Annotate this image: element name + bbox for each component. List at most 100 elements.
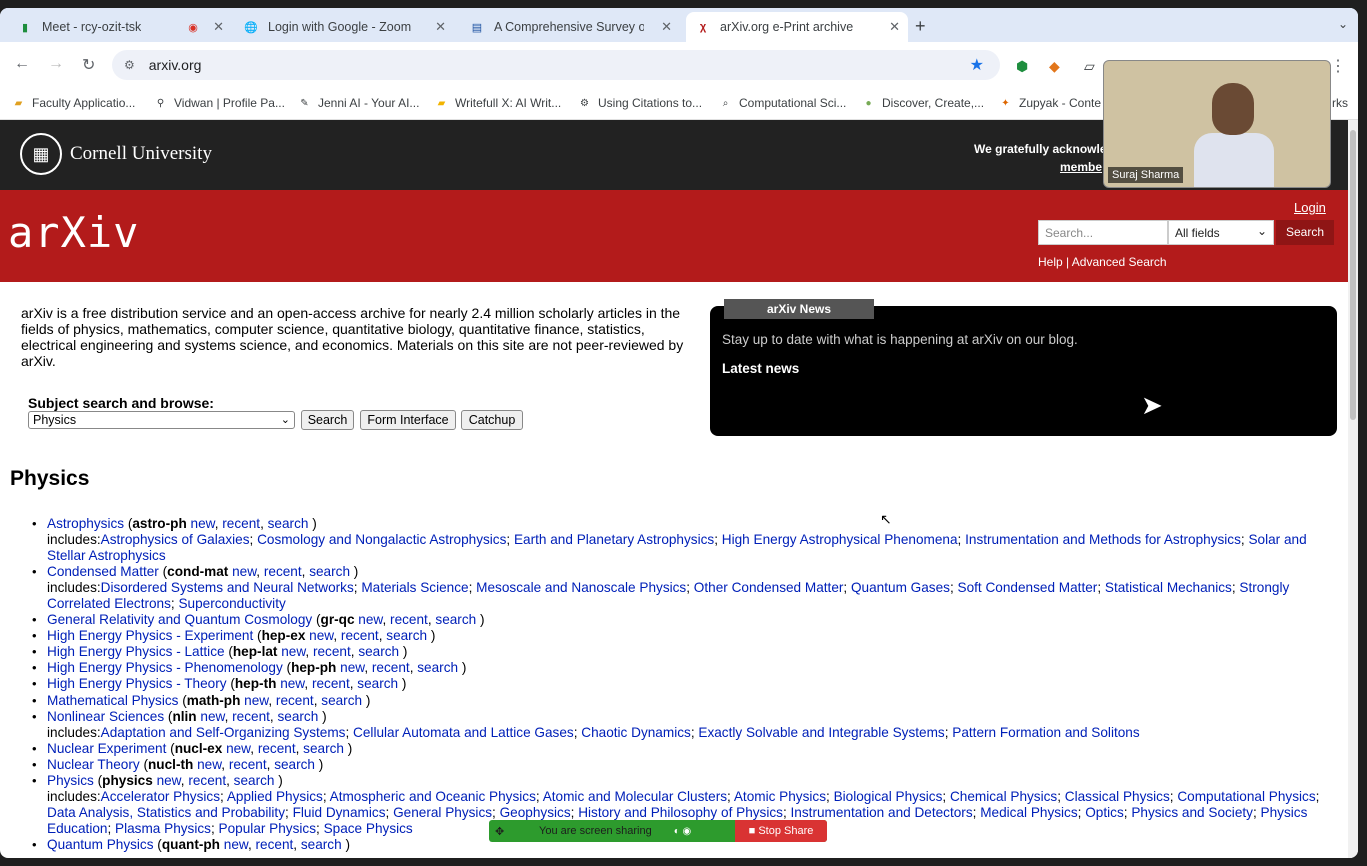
- search-link[interactable]: search: [277, 709, 318, 724]
- archive-link[interactable]: High Energy Physics - Phenomenology: [47, 660, 283, 675]
- archive-link[interactable]: Nuclear Experiment: [47, 741, 166, 756]
- subcategory-link[interactable]: Instrumentation and Methods for Astrophy…: [965, 532, 1241, 547]
- archive-link[interactable]: Astrophysics: [47, 516, 124, 531]
- bookmark-item[interactable]: ⚙ Using Citations to...: [578, 96, 702, 110]
- subcategory-link[interactable]: Pattern Formation and Solitons: [952, 725, 1139, 740]
- bookmark-item[interactable]: rks: [1332, 96, 1348, 110]
- recent-link[interactable]: recent: [313, 644, 351, 659]
- search-link[interactable]: search: [417, 660, 458, 675]
- new-link[interactable]: new: [281, 644, 305, 659]
- subcategory-link[interactable]: Instrumentation and Detectors: [791, 805, 973, 820]
- form-interface-button[interactable]: Form Interface: [360, 410, 456, 430]
- subcategory-link[interactable]: Mesoscale and Nanoscale Physics: [476, 580, 686, 595]
- search-link[interactable]: search: [301, 837, 342, 852]
- bookmark-item[interactable]: ⚲ Vidwan | Profile Pa...: [154, 96, 285, 110]
- back-icon[interactable]: ←: [14, 55, 30, 73]
- subcategory-link[interactable]: Space Physics: [324, 821, 413, 836]
- recent-link[interactable]: recent: [222, 516, 260, 531]
- search-link[interactable]: search: [303, 741, 344, 756]
- subcategory-link[interactable]: Cosmology and Nongalactic Astrophysics: [257, 532, 506, 547]
- bookmark-item[interactable]: ✦ Zupyak - Conte: [999, 96, 1101, 110]
- new-link[interactable]: new: [309, 628, 333, 643]
- new-link[interactable]: new: [358, 612, 382, 627]
- recent-link[interactable]: recent: [229, 757, 267, 772]
- subcategory-link[interactable]: Applied Physics: [227, 789, 323, 804]
- new-link[interactable]: new: [191, 516, 215, 531]
- recent-link[interactable]: recent: [256, 837, 294, 852]
- tab-arxiv[interactable]: χ arXiv.org e-Print archive ✕: [686, 12, 908, 42]
- bookmark-item[interactable]: ▰ Faculty Applicatio...: [12, 96, 136, 110]
- subcategory-link[interactable]: Computational Physics: [1177, 789, 1315, 804]
- help-advanced-search-links[interactable]: Help | Advanced Search: [1038, 255, 1167, 269]
- subcategory-link[interactable]: Biological Physics: [834, 789, 943, 804]
- search-input[interactable]: Search...: [1038, 220, 1168, 245]
- subcategory-link[interactable]: Atomic Physics: [734, 789, 826, 804]
- subcategory-link[interactable]: Popular Physics: [219, 821, 316, 836]
- search-link[interactable]: search: [274, 757, 315, 772]
- member-institutions-link[interactable]: membe: [1060, 160, 1102, 174]
- subject-search-button[interactable]: Search: [301, 410, 354, 430]
- archive-link[interactable]: Nuclear Theory: [47, 757, 140, 772]
- search-link[interactable]: search: [268, 516, 309, 531]
- site-settings-icon[interactable]: ⚙: [124, 58, 135, 72]
- subcategory-link[interactable]: Disordered Systems and Neural Networks: [101, 580, 354, 595]
- tab-zoom-login[interactable]: 🌐 Login with Google - Zoom ✕: [234, 12, 454, 42]
- search-link[interactable]: search: [357, 676, 398, 691]
- subcategory-link[interactable]: Cellular Automata and Lattice Gases: [353, 725, 574, 740]
- kebab-menu-icon[interactable]: ⋮: [1330, 56, 1346, 76]
- drag-handle-icon[interactable]: ✥: [495, 825, 504, 838]
- new-link[interactable]: new: [280, 676, 304, 691]
- subcategory-link[interactable]: Other Condensed Matter: [694, 580, 844, 595]
- field-select[interactable]: All fields ⌄: [1168, 220, 1274, 245]
- new-link[interactable]: new: [200, 709, 224, 724]
- bookmark-star-icon[interactable]: ★: [970, 55, 984, 75]
- forward-icon[interactable]: →: [48, 55, 64, 73]
- scrollbar[interactable]: [1348, 120, 1358, 858]
- archive-link[interactable]: Quantum Physics: [47, 837, 154, 852]
- recent-link[interactable]: recent: [341, 628, 379, 643]
- news-blog-link[interactable]: Stay up to date with what is happening a…: [722, 332, 1078, 347]
- search-link[interactable]: search: [234, 773, 275, 788]
- archive-link[interactable]: Physics: [47, 773, 94, 788]
- subcategory-link[interactable]: Atomic and Molecular Clusters: [543, 789, 727, 804]
- subcategory-link[interactable]: Exactly Solvable and Integrable Systems: [698, 725, 944, 740]
- archive-link[interactable]: General Relativity and Quantum Cosmology: [47, 612, 312, 627]
- recent-link[interactable]: recent: [188, 773, 226, 788]
- archive-link[interactable]: Mathematical Physics: [47, 693, 178, 708]
- bookmark-item[interactable]: ✎ Jenni AI - Your AI...: [298, 96, 419, 110]
- bookmark-item[interactable]: ● Discover, Create,...: [862, 96, 984, 110]
- subcategory-link[interactable]: Medical Physics: [980, 805, 1077, 820]
- subcategory-link[interactable]: Adaptation and Self-Organizing Systems: [101, 725, 346, 740]
- subcategory-link[interactable]: Materials Science: [361, 580, 468, 595]
- scrollbar-thumb[interactable]: [1350, 130, 1356, 420]
- search-link[interactable]: search: [358, 644, 399, 659]
- login-link[interactable]: Login: [1294, 200, 1326, 215]
- search-button[interactable]: Search: [1276, 220, 1334, 245]
- close-icon[interactable]: ✕: [889, 19, 900, 35]
- catchup-button[interactable]: Catchup: [461, 410, 523, 430]
- address-bar[interactable]: ⚙ arxiv.org ★: [112, 50, 1000, 80]
- subcategory-link[interactable]: Superconductivity: [178, 596, 285, 611]
- archive-link[interactable]: High Energy Physics - Theory: [47, 676, 227, 691]
- new-tab-button[interactable]: +: [915, 16, 926, 37]
- new-link[interactable]: new: [232, 564, 256, 579]
- subcategory-link[interactable]: Chaotic Dynamics: [581, 725, 691, 740]
- archive-link[interactable]: High Energy Physics - Lattice: [47, 644, 225, 659]
- subcategory-link[interactable]: Physics and Society: [1131, 805, 1253, 820]
- subcategory-link[interactable]: Earth and Planetary Astrophysics: [514, 532, 714, 547]
- new-link[interactable]: new: [244, 693, 268, 708]
- new-link[interactable]: new: [157, 773, 181, 788]
- subcategory-link[interactable]: Atmospheric and Oceanic Physics: [330, 789, 536, 804]
- subcategory-link[interactable]: Data Analysis, Statistics and Probabilit…: [47, 805, 285, 820]
- subcategory-link[interactable]: General Physics: [393, 805, 492, 820]
- subcategory-link[interactable]: Accelerator Physics: [101, 789, 220, 804]
- cornell-logo[interactable]: ▦ Cornell University: [20, 133, 212, 175]
- subcategory-link[interactable]: Geophysics: [500, 805, 571, 820]
- subcategory-link[interactable]: Plasma Physics: [115, 821, 211, 836]
- bookmark-item[interactable]: ⌕ Computational Sci...: [719, 96, 847, 110]
- video-tile[interactable]: Suraj Sharma: [1103, 60, 1331, 188]
- chevron-down-icon[interactable]: ⌄: [1338, 17, 1348, 31]
- close-icon[interactable]: ✕: [435, 19, 446, 35]
- subcategory-link[interactable]: Classical Physics: [1065, 789, 1170, 804]
- tab-survey[interactable]: ▤ A Comprehensive Survey on ✕: [460, 12, 680, 42]
